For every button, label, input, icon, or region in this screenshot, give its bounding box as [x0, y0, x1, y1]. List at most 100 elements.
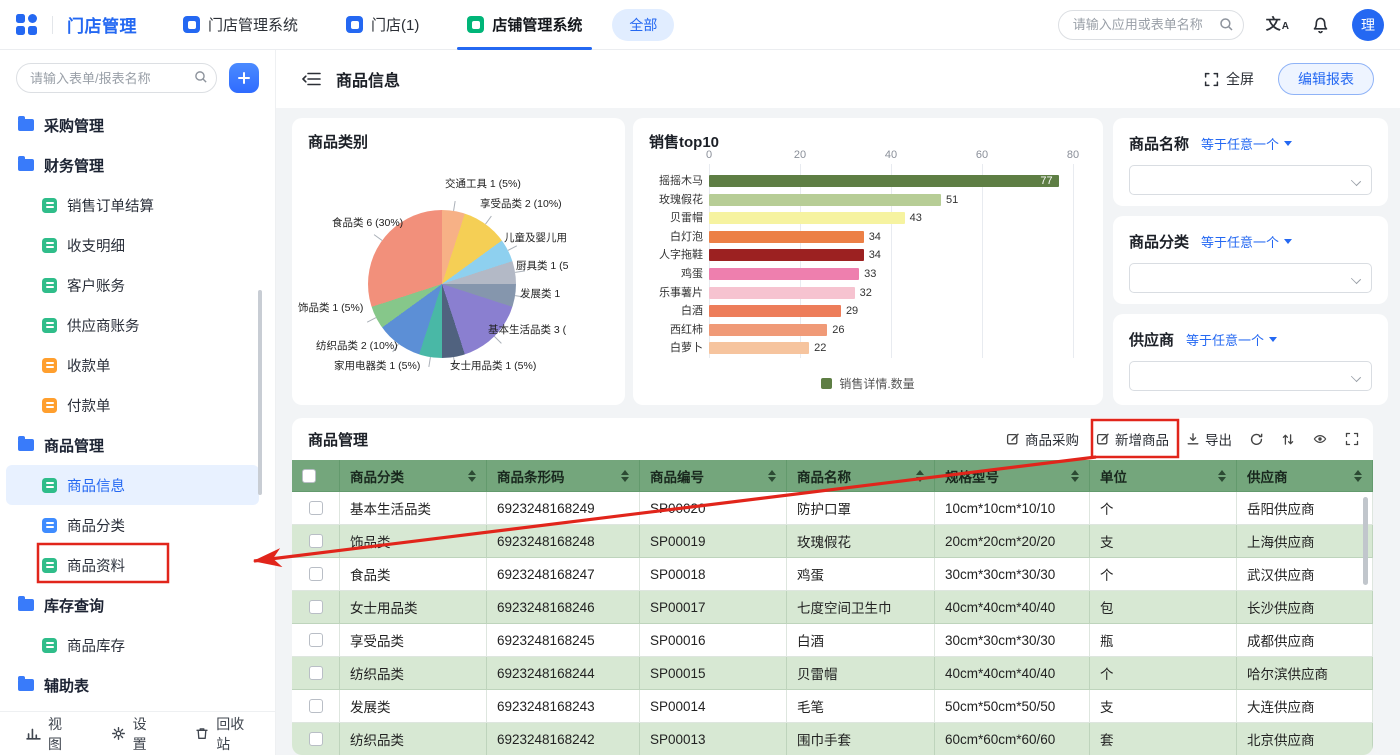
sidebar-item-1[interactable]: 财务管理 — [0, 145, 275, 185]
column-header-4[interactable]: 规格型号 — [935, 460, 1090, 492]
sort-icon[interactable] — [1218, 470, 1226, 482]
sort-icon[interactable] — [1354, 470, 1362, 482]
table-row-1[interactable]: 饰品类6923248168248SP00019玫瑰假花20cm*20cm*20/… — [292, 525, 1373, 558]
row-checkbox-cell — [292, 624, 340, 657]
bar — [709, 194, 941, 206]
sidebar-item-6[interactable]: 收款单 — [0, 345, 275, 385]
sidebar-item-14[interactable]: 辅助表 — [0, 665, 275, 705]
topbar-tab-0[interactable]: 门店管理系统 — [183, 0, 298, 50]
column-header-label: 商品编号 — [650, 466, 704, 486]
filter-value-select[interactable] — [1129, 165, 1372, 195]
all-filter-pill[interactable]: 全部 — [612, 9, 674, 41]
sidebar-search-row — [0, 50, 275, 101]
filter-value-select[interactable] — [1129, 361, 1372, 391]
column-header-6[interactable]: 供应商 — [1237, 460, 1373, 492]
sidebar-item-4[interactable]: 客户账务 — [0, 265, 275, 305]
translate-icon[interactable]: 文A — [1266, 17, 1289, 32]
table-cell: 享受品类 — [340, 624, 487, 657]
table-row-7[interactable]: 纺织品类6923248168242SP00013围巾手套60cm*60cm*60… — [292, 723, 1373, 755]
table-row-6[interactable]: 发展类6923248168243SP00014毛笔50cm*50cm*50/50… — [292, 690, 1373, 723]
sort-icon[interactable] — [1071, 470, 1079, 482]
tab-label: 店铺管理系统 — [492, 14, 582, 35]
x-axis-tick: 60 — [976, 149, 988, 161]
fullscreen-button[interactable]: 全屏 — [1204, 69, 1254, 89]
table-row-3[interactable]: 女士用品类6923248168246SP00017七度空间卫生巾40cm*40c… — [292, 591, 1373, 624]
sort-icon[interactable] — [768, 470, 776, 482]
sidebar-item-label: 客户账务 — [67, 275, 125, 296]
row-checkbox[interactable] — [309, 567, 323, 581]
row-checkbox-cell — [292, 591, 340, 624]
column-header-5[interactable]: 单位 — [1090, 460, 1237, 492]
refresh-icon-button[interactable] — [1249, 432, 1264, 447]
table-cell: 60cm*60cm*60/60 — [935, 723, 1090, 755]
app-grid-icon[interactable] — [16, 14, 38, 36]
row-checkbox[interactable] — [309, 534, 323, 548]
table-row-5[interactable]: 纺织品类6923248168244SP00015贝雷帽40cm*40cm*40/… — [292, 657, 1373, 690]
toolbar-button-0[interactable]: 商品采购 — [1006, 429, 1079, 449]
column-header-2[interactable]: 商品编号 — [640, 460, 787, 492]
filter-operator-dropdown[interactable]: 等于任意一个 — [1186, 330, 1277, 349]
column-header-0[interactable]: 商品分类 — [340, 460, 487, 492]
form-icon — [42, 358, 57, 373]
row-checkbox[interactable] — [309, 732, 323, 746]
filter-operator-dropdown[interactable]: 等于任意一个 — [1201, 232, 1292, 251]
edit-report-button[interactable]: 编辑报表 — [1278, 63, 1374, 95]
table-toolbar: 商品管理 商品采购新增商品导出 — [292, 418, 1373, 460]
table-scrollbar[interactable] — [1363, 497, 1368, 585]
filter-value-select[interactable] — [1129, 263, 1372, 293]
topbar-tab-1[interactable]: 门店(1) — [346, 0, 419, 50]
sidebar-item-12[interactable]: 库存查询 — [0, 585, 275, 625]
sidebar-bottom-2[interactable]: 回收站 — [195, 714, 249, 754]
eye-icon-button[interactable] — [1312, 432, 1328, 446]
sidebar-item-2[interactable]: 销售订单结算 — [0, 185, 275, 225]
row-checkbox[interactable] — [309, 666, 323, 680]
table-row-4[interactable]: 享受品类6923248168245SP00016白酒30cm*30cm*30/3… — [292, 624, 1373, 657]
sidebar-item-8[interactable]: 商品管理 — [0, 425, 275, 465]
sidebar-item-10[interactable]: 商品分类 — [0, 505, 275, 545]
app-title[interactable]: 门店管理 — [67, 12, 137, 37]
table-cell: 20cm*20cm*20/20 — [935, 525, 1090, 558]
form-search-input[interactable] — [16, 63, 217, 93]
sidebar-item-3[interactable]: 收支明细 — [0, 225, 275, 265]
table-row-2[interactable]: 食品类6923248168247SP00018鸡蛋30cm*30cm*30/30… — [292, 558, 1373, 591]
sidebar-bottom-0[interactable]: 视图 — [26, 714, 69, 754]
topbar-tab-2[interactable]: 店铺管理系统 — [467, 0, 582, 50]
global-search-input[interactable] — [1058, 10, 1244, 40]
sidebar-scrollbar[interactable] — [258, 290, 262, 495]
row-checkbox[interactable] — [309, 633, 323, 647]
sidebar-item-11[interactable]: 商品资料 — [0, 545, 275, 585]
fullscreen-icon-button[interactable] — [1345, 432, 1359, 446]
sidebar-item-5[interactable]: 供应商账务 — [0, 305, 275, 345]
sort-icon[interactable] — [468, 470, 476, 482]
add-form-button[interactable] — [229, 63, 259, 93]
column-header-3[interactable]: 商品名称 — [787, 460, 935, 492]
table-row-0[interactable]: 基本生活品类6923248168249SP00020防护口罩10cm*10cm*… — [292, 492, 1373, 525]
bar-category-label: 鸡蛋 — [633, 267, 703, 281]
sidebar-item-7[interactable]: 付款单 — [0, 385, 275, 425]
filter-operator-dropdown[interactable]: 等于任意一个 — [1201, 134, 1292, 153]
bell-icon[interactable] — [1311, 15, 1330, 34]
sidebar-item-13[interactable]: 商品库存 — [0, 625, 275, 665]
sort-icon[interactable] — [621, 470, 629, 482]
sort-icon-button[interactable] — [1281, 432, 1295, 447]
toolbar-button-1-annotated[interactable]: 新增商品 — [1096, 429, 1169, 449]
bar-value-label: 77 — [1040, 174, 1052, 188]
table-cell: 女士用品类 — [340, 591, 487, 624]
row-checkbox[interactable] — [309, 699, 323, 713]
column-header-1[interactable]: 商品条形码 — [487, 460, 640, 492]
select-all-checkbox[interactable] — [302, 469, 316, 483]
chart-icon — [26, 726, 41, 741]
sidebar-bottom-1[interactable]: 设置 — [111, 714, 154, 754]
row-checkbox[interactable] — [309, 600, 323, 614]
sidebar-item-label: 付款单 — [67, 395, 111, 416]
row-checkbox[interactable] — [309, 501, 323, 515]
bottom-label: 回收站 — [216, 714, 249, 754]
sidebar-item-0[interactable]: 采购管理 — [0, 105, 275, 145]
toolbar-button-2[interactable]: 导出 — [1186, 429, 1232, 449]
avatar[interactable]: 理 — [1352, 9, 1384, 41]
sidebar-item-9[interactable]: 商品信息 — [6, 465, 259, 505]
sort-icon[interactable] — [916, 470, 924, 482]
collapse-menu-icon[interactable] — [302, 71, 321, 87]
bar-chart-legend: 销售详情.数量 — [633, 375, 1103, 392]
topbar-divider — [52, 16, 53, 34]
